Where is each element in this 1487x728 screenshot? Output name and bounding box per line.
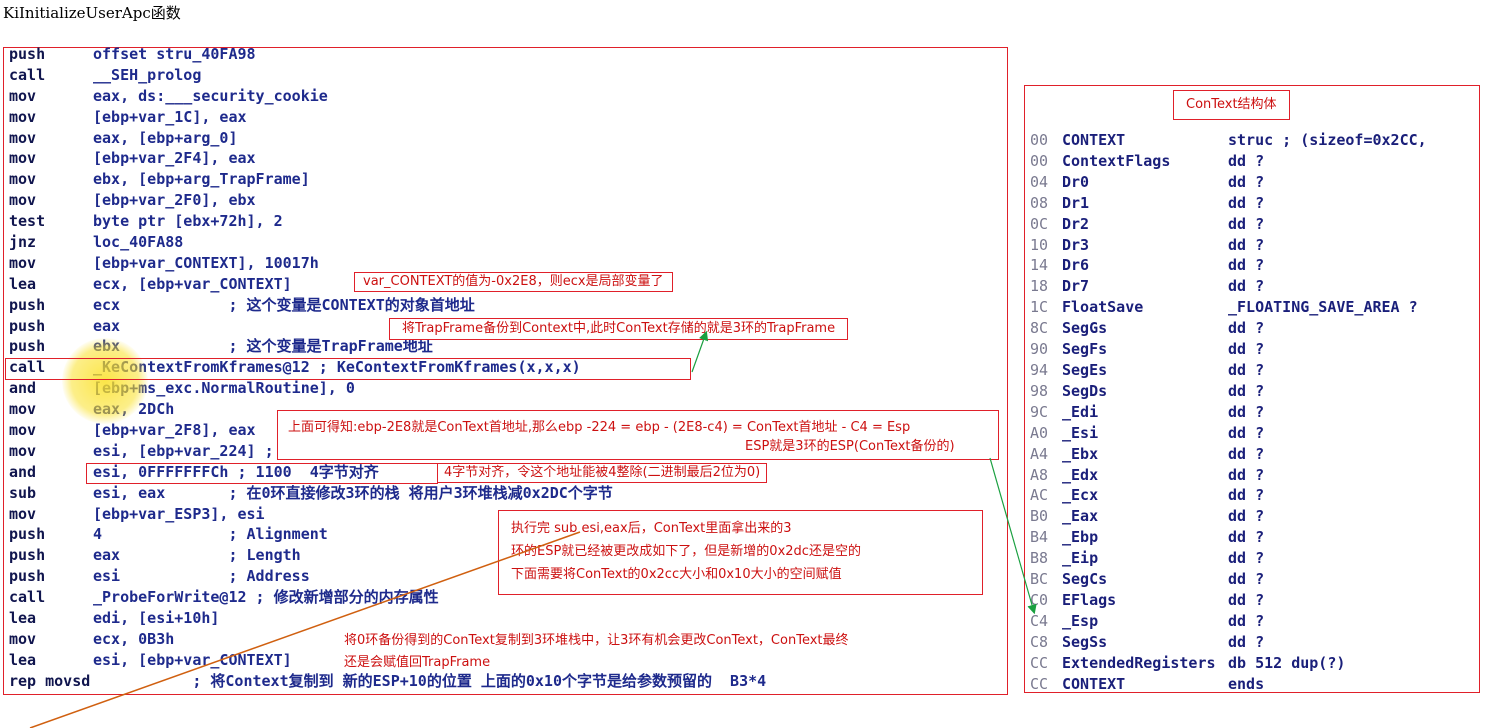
arrow-call-to-note — [691, 330, 709, 373]
annotation-arrows — [29, 330, 1037, 728]
arrow-orange — [29, 531, 581, 728]
arrow-esp-to-struct — [989, 457, 1037, 615]
